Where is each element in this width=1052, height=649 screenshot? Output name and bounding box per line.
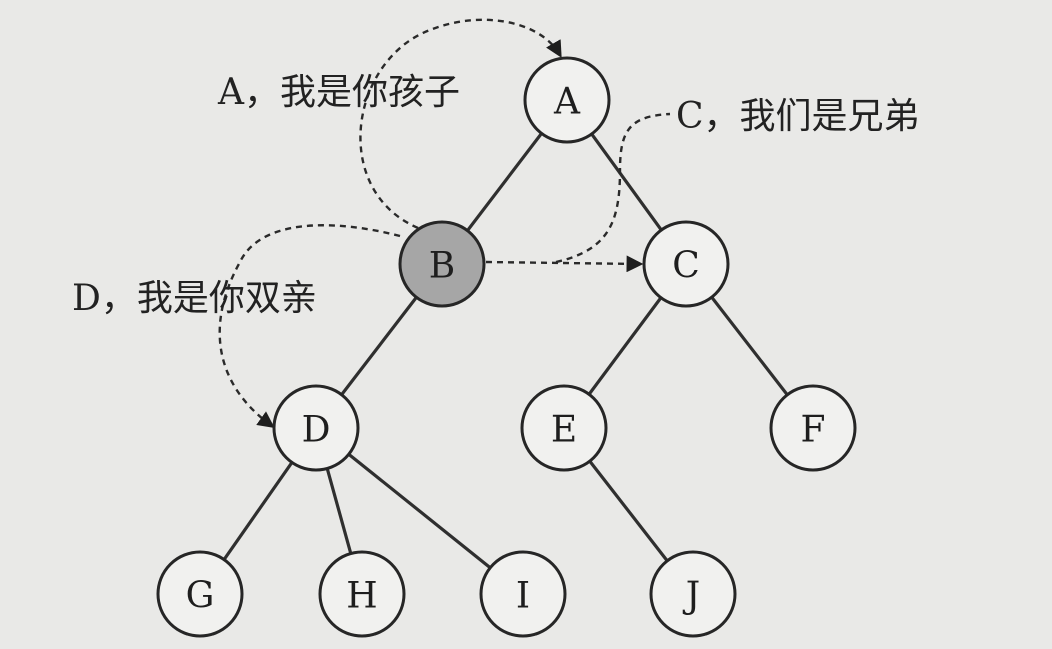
tree-node-d: D: [272, 384, 360, 472]
tree-node-b: B: [398, 220, 486, 308]
tree-diagram-svg: A B C D E F G H I J A，我是你孩子 C，我们是兄弟 D，我是你双亲: [72, 18, 920, 638]
tree-node-c: C: [642, 220, 730, 308]
annotation-to-sibling: C，我们是兄弟: [676, 96, 920, 137]
tree-node-j: J: [649, 550, 737, 638]
tree-node-e: E: [520, 384, 608, 472]
tree-node-i: I: [479, 550, 567, 638]
tree-diagram: A B C D E F G H I J A，我是你孩子 C，我们是兄弟 D，我是你双亲: [0, 0, 1052, 649]
annotation-to-child: D，我是你双亲: [72, 278, 317, 319]
node-label: D: [302, 410, 331, 451]
node-label: C: [672, 246, 700, 287]
annotation-to-parent: A，我是你孩子: [217, 72, 460, 113]
tree-node-h: H: [318, 550, 406, 638]
node-label: F: [801, 410, 826, 451]
arrow-b-to-a: [359, 18, 562, 230]
arrow-b-to-c: [485, 255, 644, 273]
tree-node-a: A: [523, 56, 611, 144]
node-label: G: [186, 576, 215, 617]
node-label: B: [429, 246, 455, 287]
node-label: E: [551, 410, 577, 451]
node-label: H: [346, 576, 377, 617]
tree-node-g: G: [156, 550, 244, 638]
node-label: I: [516, 576, 530, 617]
tree-node-f: F: [769, 384, 857, 472]
node-label: A: [553, 82, 581, 123]
tree-edges: [198, 99, 815, 596]
